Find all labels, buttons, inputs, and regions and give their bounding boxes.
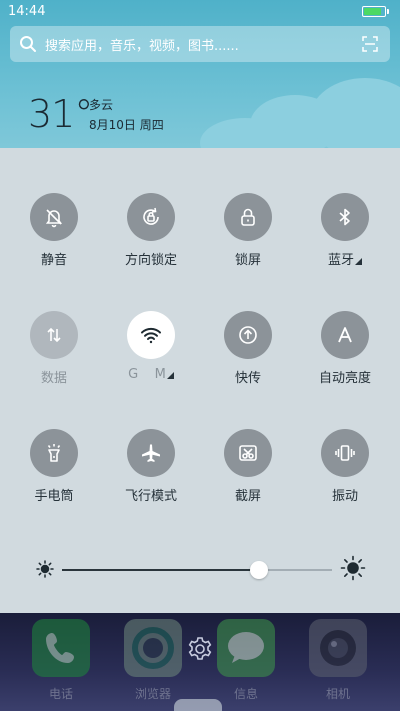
bell-off-icon [30,193,78,241]
toggle-bluetooth[interactable]: 蓝牙 [297,193,393,268]
battery-level [364,8,381,15]
toggle-flashlight[interactable]: 手电筒 [6,429,102,504]
wifi-label: G M [128,367,166,382]
app-label: 相机 [325,687,350,701]
battery-tip [387,9,389,14]
airplane-icon [127,429,175,477]
wifi-icon [127,311,175,359]
camera-icon[interactable] [309,619,367,677]
brightness-slider-knob[interactable] [250,561,268,579]
toggle-label: 数据 [40,371,67,386]
app-label: 电话 [48,687,73,701]
toggle-label: 快传 [234,371,261,386]
browser-icon[interactable] [124,619,182,677]
screenshot-icon [224,429,272,477]
message-icon[interactable] [217,619,275,677]
toggle-label: 飞行模式 [124,489,177,504]
home-dock: 电话 浏览器 信息 相机 [0,613,400,711]
toggle-label: 蓝牙 [297,249,393,268]
scan-icon[interactable] [362,36,378,56]
lock-icon [224,193,272,241]
weather-date: 8月10日 周四 [89,118,164,132]
toggle-label: 截屏 [234,489,261,504]
toggle-quick-transfer[interactable]: 快传 [200,311,296,386]
quick-transfer-icon [224,311,272,359]
quick-settings-panel: 静音 方向锁定 锁屏 蓝牙 数据 G M 快传 自动亮度 手电筒 飞行模式 截屏… [0,148,400,613]
toggle-label: 手电筒 [34,489,74,504]
status-time: 14:44 [8,4,46,19]
auto-brightness-icon [321,311,369,359]
expand-caret-icon [166,372,174,379]
toggle-label: 自动亮度 [318,371,371,386]
cloud-decoration [310,78,400,148]
toggle-label: 静音 [40,253,67,268]
search-bar[interactable]: 搜索应用，音乐，视频，图书...... [10,26,390,62]
toggle-label: 方向锁定 [124,253,177,268]
toggle-mobile-data[interactable]: 数据 [6,311,102,386]
toggle-wifi[interactable]: G M [103,311,199,382]
toggle-mute[interactable]: 静音 [6,193,102,268]
toggle-vibrate[interactable]: 振动 [297,429,393,504]
toggle-label: G M [103,367,199,382]
sun-small-icon [35,559,55,583]
toggle-rotation-lock[interactable]: 方向锁定 [103,193,199,268]
brightness-control [0,553,400,583]
expand-caret-icon [355,258,362,265]
toggle-auto-brightness[interactable]: 自动亮度 [297,311,393,386]
weather-header: 14:44 搜索应用，音乐，视频，图书...... 31° 多云 8月10日 周… [0,0,400,148]
toggle-lock-screen[interactable]: 锁屏 [200,193,296,268]
bluetooth-icon [321,193,369,241]
phone-icon[interactable] [32,619,90,677]
bluetooth-label: 蓝牙 [327,253,354,268]
gear-icon[interactable] [186,635,214,667]
vibrate-icon [321,429,369,477]
toggle-label: 锁屏 [234,253,261,268]
search-placeholder: 搜索应用，音乐，视频，图书...... [45,39,239,54]
toggle-airplane-mode[interactable]: 飞行模式 [103,429,199,504]
toggle-screenshot[interactable]: 截屏 [200,429,296,504]
battery-icon [362,6,386,17]
rotation-lock-icon [127,193,175,241]
temperature: 31° [28,92,93,136]
flashlight-icon [30,429,78,477]
weather-condition: 多云 [89,98,114,112]
data-arrows-icon [30,311,78,359]
sun-large-icon [340,555,366,585]
toggle-label: 振动 [331,489,358,504]
brightness-fill [62,569,259,571]
search-icon [19,35,37,57]
brightness-slider[interactable] [62,569,332,571]
status-bar: 14:44 [0,0,400,24]
panel-pull-tab[interactable] [174,699,222,711]
